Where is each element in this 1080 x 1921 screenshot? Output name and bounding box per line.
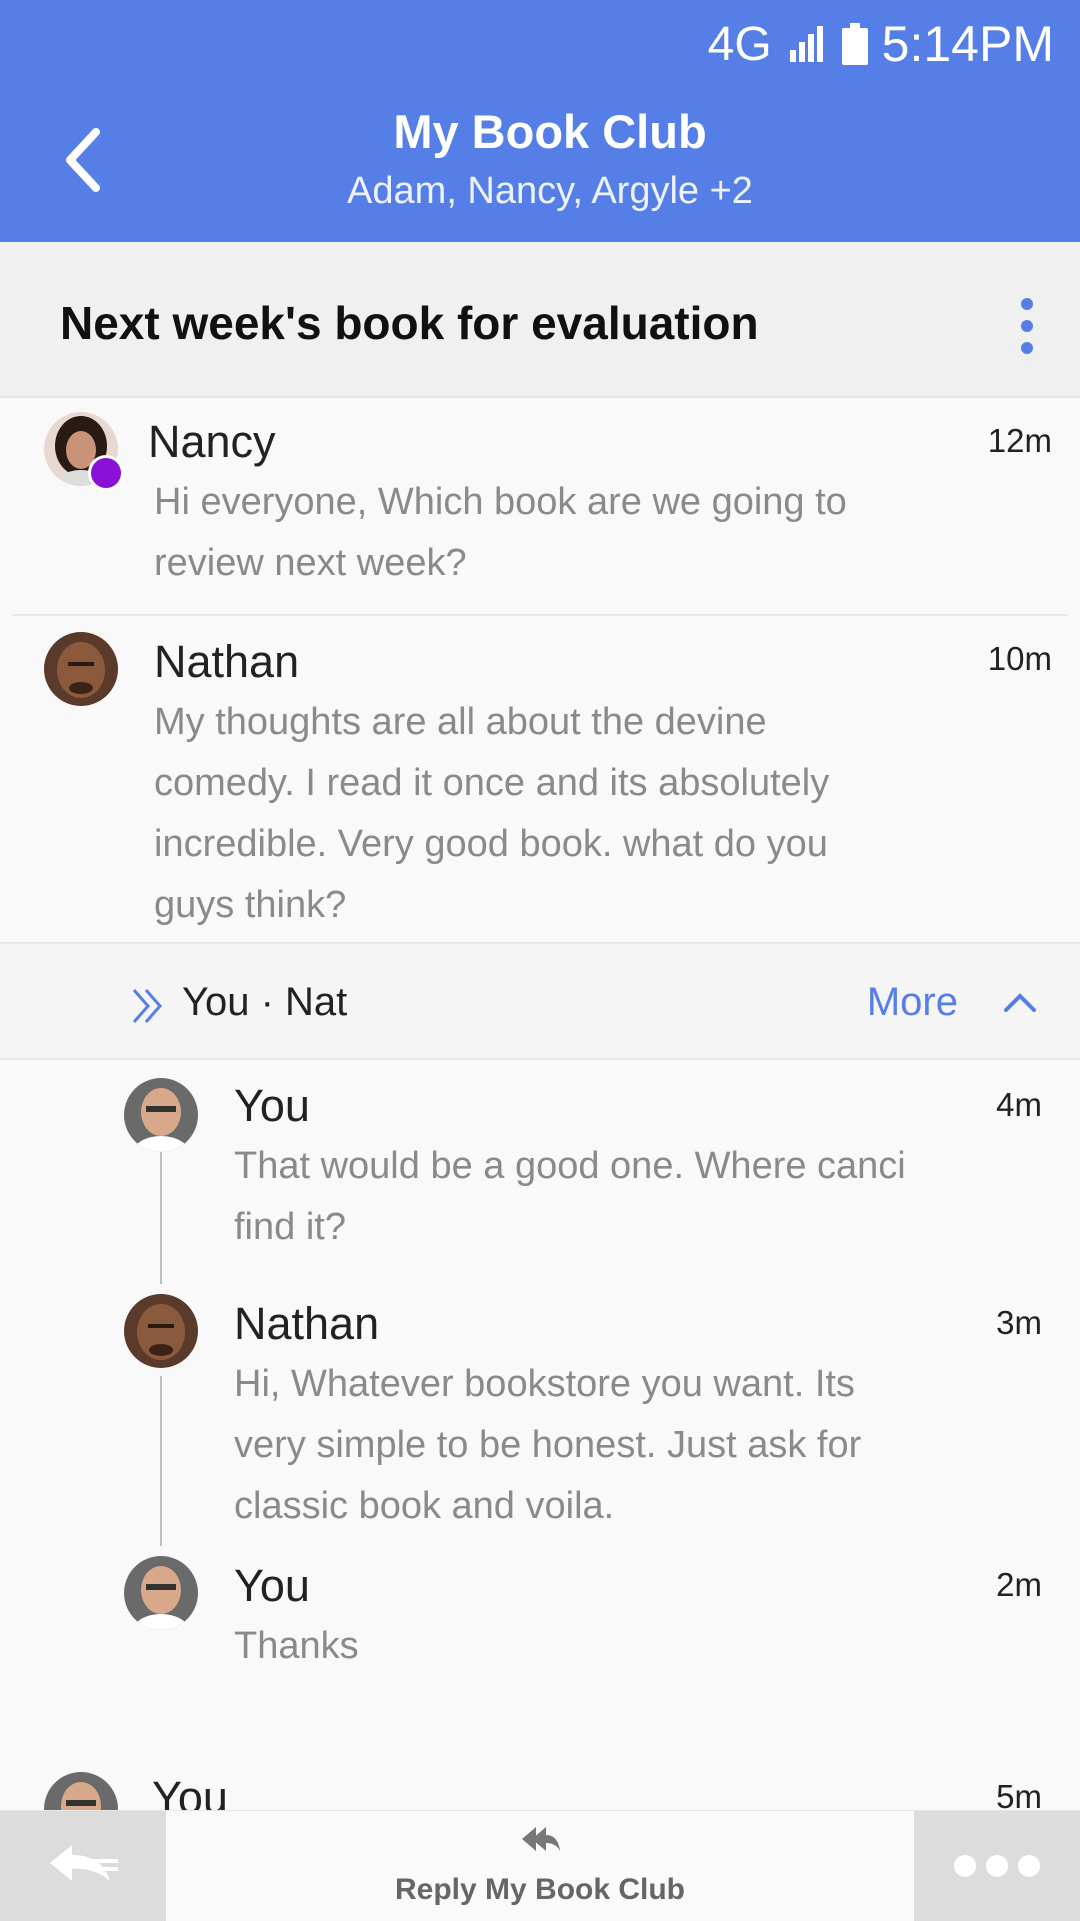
network-type: 4G: [707, 17, 772, 71]
message-line: guys think?: [154, 884, 347, 926]
dot: [986, 1855, 1008, 1877]
message-item[interactable]: You 5m: [0, 1770, 1080, 1810]
clock: 5:14PM: [881, 16, 1054, 72]
status-badge: [88, 455, 124, 491]
message-time: 4m: [996, 1086, 1042, 1123]
message-line: review next week?: [154, 542, 467, 584]
message-item[interactable]: Nancy 12m Hi everyone, Which book are we…: [0, 400, 1080, 614]
sender-name: Nathan: [154, 636, 300, 687]
message-time: 2m: [996, 1566, 1042, 1603]
message-time: 10m: [987, 640, 1052, 677]
double-chevron-right-icon: [132, 989, 162, 1023]
conversation-title: My Book Club: [393, 105, 707, 158]
status-bar: 4G 5:14PM: [708, 14, 1054, 74]
more-button[interactable]: More: [867, 980, 958, 1025]
reply-item[interactable]: You 2m Thanks: [0, 1542, 1080, 1692]
message-body: Hi, Whatever bookstore you want. Its ver…: [234, 1354, 861, 1537]
reply-item[interactable]: You 4m That would be a good one. Where c…: [0, 1062, 1080, 1262]
message-time: 5m: [996, 1778, 1042, 1810]
avatar: [44, 1772, 118, 1810]
sender-name: You: [234, 1080, 310, 1131]
message-line: That would be a good one. Where canci: [234, 1145, 906, 1187]
message-body: Thanks: [234, 1616, 359, 1677]
signal-icon: [789, 26, 823, 62]
message-body: That would be a good one. Where canci fi…: [234, 1136, 906, 1258]
message-line: My thoughts are all about the devine: [154, 701, 767, 743]
sender-name: Nathan: [234, 1298, 380, 1349]
message-time: 3m: [996, 1304, 1042, 1341]
thread-summary-bar[interactable]: You · Nat More: [0, 942, 1080, 1060]
message-line: find it?: [234, 1206, 346, 1248]
bottom-action-bar: Reply My Book Club: [0, 1810, 1080, 1921]
thread-participants: You · Nat: [182, 980, 348, 1024]
sender-name: Nancy: [148, 416, 276, 467]
message-line: Thanks: [234, 1625, 359, 1667]
message-line: comedy. I read it once and its absolutel…: [154, 762, 830, 804]
message-line: incredible. Very good book. what do you: [154, 823, 828, 865]
more-options-button[interactable]: [914, 1811, 1080, 1921]
message-item[interactable]: Nathan 10m My thoughts are all about the…: [0, 618, 1080, 940]
avatar: [124, 1294, 198, 1368]
message-line: Hi, Whatever bookstore you want. Its: [234, 1363, 855, 1405]
reply-item[interactable]: Nathan 3m Hi, Whatever bookstore you wan…: [0, 1280, 1080, 1536]
chevron-up-icon[interactable]: [1002, 988, 1038, 1016]
dot: [954, 1855, 976, 1877]
fast-reply-icon: [50, 1845, 118, 1881]
subject-bar: Next week's book for evaluation: [0, 242, 1080, 398]
message-body: My thoughts are all about the devine com…: [154, 692, 829, 936]
avatar: [124, 1078, 198, 1152]
quick-reply-button[interactable]: [0, 1811, 166, 1921]
message-body: Hi everyone, Which book are we going to …: [154, 472, 847, 594]
avatar: [44, 632, 118, 706]
message-line: very simple to be honest. Just ask for: [234, 1424, 862, 1466]
divider: [12, 614, 1068, 616]
app-header: 4G 5:14PM My Book Club Adam, Nancy, Argy…: [0, 0, 1080, 242]
battery-icon: [841, 23, 868, 65]
message-line: Hi everyone, Which book are we going to: [154, 481, 847, 523]
sender-name: You: [152, 1772, 228, 1810]
reply-all-icon: [522, 1827, 560, 1851]
message-line: classic book and voila.: [234, 1485, 615, 1527]
reply-button[interactable]: Reply My Book Club: [166, 1873, 914, 1907]
participants: Adam, Nancy, Argyle +2: [347, 170, 753, 212]
overflow-menu-icon[interactable]: [1014, 298, 1040, 354]
sender-name: You: [234, 1560, 310, 1611]
dot: [1018, 1855, 1040, 1877]
message-time: 12m: [987, 422, 1052, 459]
avatar: [124, 1556, 198, 1630]
subject-title: Next week's book for evaluation: [60, 297, 759, 349]
